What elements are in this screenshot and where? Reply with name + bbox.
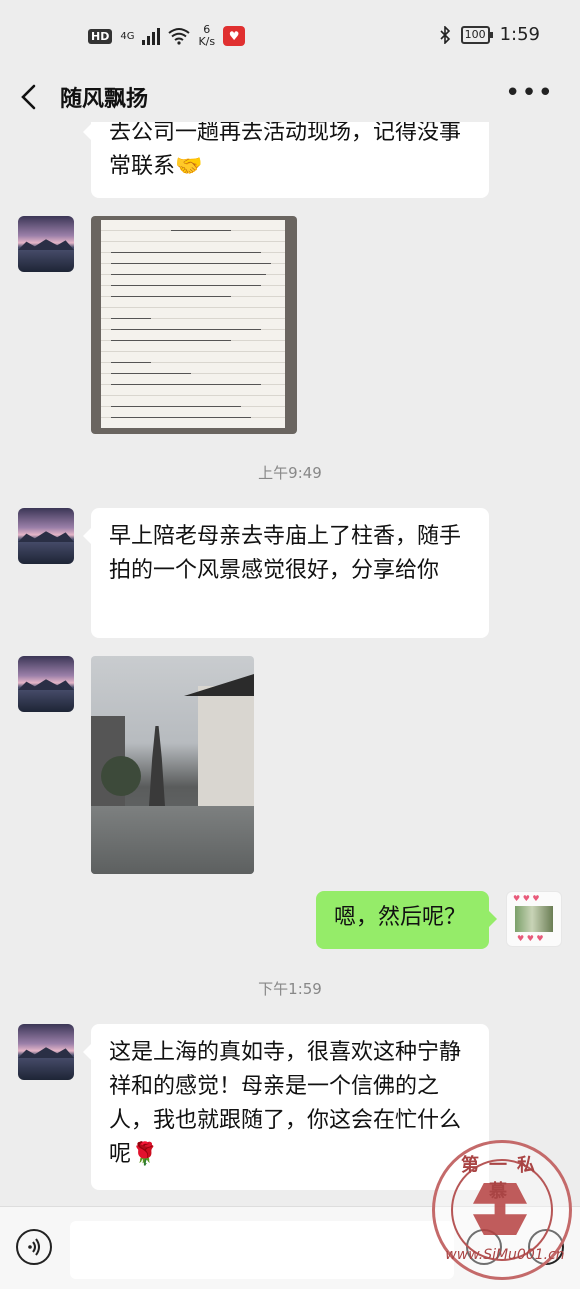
- image-message-notebook[interactable]: [91, 216, 297, 434]
- contact-avatar[interactable]: [18, 656, 74, 712]
- signal-icon: [142, 27, 161, 45]
- status-left: HD 4G 6 K/s ♥: [88, 24, 246, 48]
- status-right: 100 1:59: [439, 24, 540, 45]
- timestamp: 下午1:59: [258, 980, 322, 998]
- app-notification-icon: ♥: [223, 26, 246, 46]
- timestamp: 上午9:49: [258, 464, 322, 482]
- notebook-paper: [101, 220, 285, 428]
- message-bubble[interactable]: 去公司一趟再去活动现场，记得没事常联系🤝: [83, 122, 489, 198]
- message-input[interactable]: [70, 1221, 454, 1279]
- watermark-top-text: 第一私慕: [461, 1155, 545, 1202]
- message-text: 嗯，然后呢？: [334, 905, 467, 930]
- message-bubble[interactable]: 这是上海的真如寺，很喜欢这种宁静祥和的感觉！母亲是一个信佛的之人，我也就跟随了，…: [83, 1024, 489, 1190]
- message-text: 去公司一趟再去活动现场，记得没事常联系🤝: [109, 122, 462, 179]
- watermark-bottom-text: www.SiMu001.cn: [445, 1247, 565, 1263]
- status-bar: HD 4G 6 K/s ♥ 100 1:59: [0, 0, 580, 72]
- network-label: 4G: [120, 30, 135, 42]
- clock: 1:59: [499, 24, 540, 45]
- battery-icon: 100: [460, 25, 493, 44]
- hd-badge: HD: [88, 28, 113, 44]
- message-text: 早上陪老母亲去寺庙上了柱香，随手拍的一个风景感觉很好，分享给你: [109, 524, 462, 583]
- message-bubble[interactable]: 早上陪老母亲去寺庙上了柱香，随手拍的一个风景感觉很好，分享给你: [83, 508, 489, 638]
- chat-title: 随风飘扬: [60, 87, 149, 112]
- voice-icon[interactable]: [16, 1229, 52, 1265]
- my-avatar[interactable]: ♥ ♥ ♥ ♥ ♥ ♥: [506, 891, 562, 947]
- back-arrow-icon[interactable]: [14, 78, 48, 116]
- contact-avatar[interactable]: [18, 508, 74, 564]
- more-icon[interactable]: •••: [505, 80, 554, 106]
- my-message-bubble[interactable]: 嗯，然后呢？: [316, 891, 497, 949]
- contact-avatar[interactable]: [18, 216, 74, 272]
- chat-scroll-area[interactable]: 去公司一趟再去活动现场，记得没事常联系🤝 上午9:49 早上陪老母亲去寺庙上了柱…: [0, 122, 580, 1206]
- message-text: 这是上海的真如寺，很喜欢这种宁静祥和的感觉！母亲是一个信佛的之人，我也就跟随了，…: [109, 1040, 462, 1167]
- net-speed-unit: K/s: [198, 35, 216, 48]
- wifi-icon: [168, 28, 191, 45]
- net-speed: 6 K/s: [198, 24, 215, 48]
- bluetooth-icon: [440, 25, 450, 44]
- pagoda-shape: [149, 726, 165, 806]
- image-message-temple[interactable]: [91, 656, 254, 874]
- contact-avatar[interactable]: [18, 1024, 74, 1080]
- watermark-seal: 第一私慕 www.SiMu001.cn: [432, 1140, 572, 1280]
- chat-header: 随风飘扬 •••: [0, 72, 580, 122]
